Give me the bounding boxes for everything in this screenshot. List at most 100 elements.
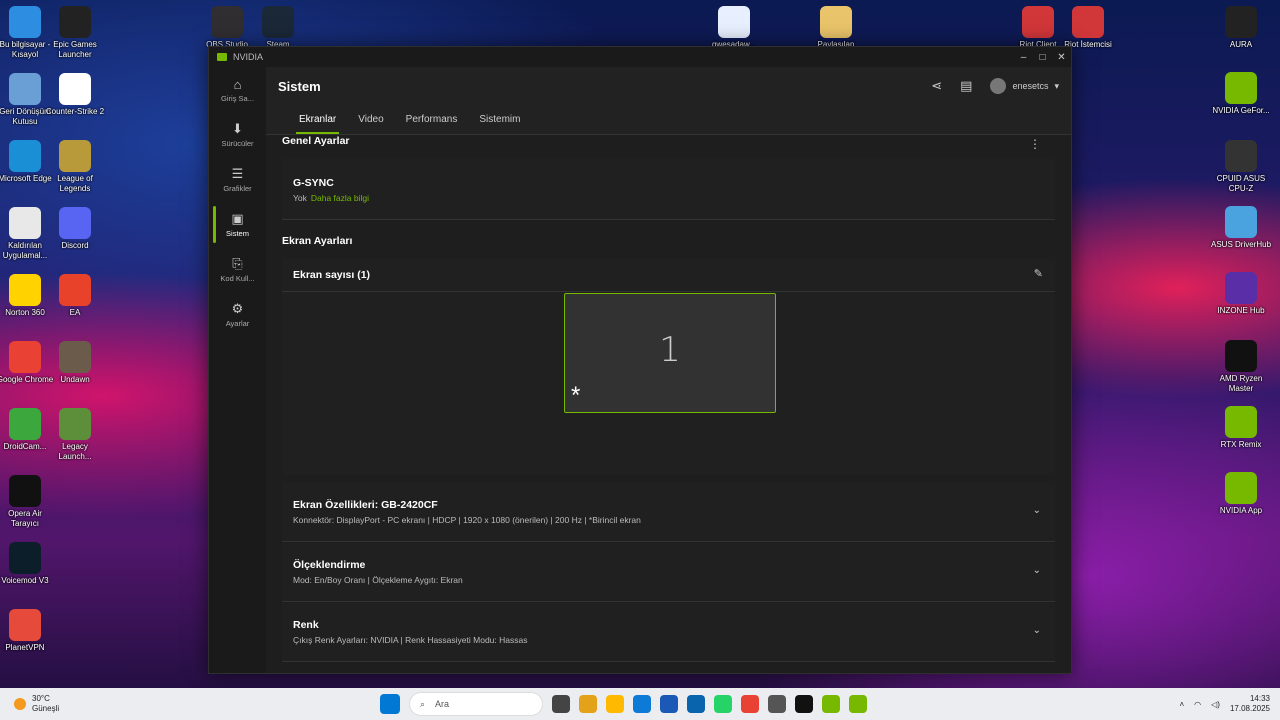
taskbar-app-icon[interactable] bbox=[579, 695, 597, 713]
more-options-icon[interactable]: ⋮ bbox=[1029, 137, 1041, 151]
section-subtitle: Çıkış Renk Ayarları: NVIDIA | Renk Hassa… bbox=[293, 635, 528, 645]
taskbar-app-icon[interactable] bbox=[795, 695, 813, 713]
app-icon bbox=[59, 140, 91, 172]
desktop-icon[interactable]: CPUID ASUS CPU-Z bbox=[1211, 140, 1271, 194]
taskbar-app-icon[interactable] bbox=[552, 695, 570, 713]
share-icon[interactable]: ⋖ bbox=[931, 78, 942, 94]
close-button[interactable]: ✕ bbox=[1052, 52, 1071, 63]
sidebar-item[interactable]: ⌂ Giriş Sa... bbox=[209, 67, 266, 112]
edit-icon[interactable]: ✎ bbox=[1034, 267, 1043, 280]
chevron-down-icon[interactable]: ⌄ bbox=[1033, 505, 1041, 516]
desktop-icon[interactable]: AMD Ryzen Master bbox=[1211, 340, 1271, 394]
desktop-icon[interactable]: AURA bbox=[1211, 6, 1271, 50]
display-tile-1[interactable]: 1 * bbox=[564, 293, 776, 413]
desktop-icon[interactable]: Legacy Launch... bbox=[45, 408, 105, 462]
volume-icon[interactable]: ◁) bbox=[1211, 700, 1220, 709]
sidebar-item-label: Giriş Sa... bbox=[221, 93, 254, 103]
desktop-icon-label: AMD Ryzen Master bbox=[1219, 374, 1263, 393]
content-area: Genel Ayarlar ⋮ G-SYNC Yok Daha fazla bil… bbox=[282, 135, 1055, 673]
app-icon bbox=[9, 341, 41, 373]
desktop-icon[interactable]: EA bbox=[45, 274, 105, 318]
start-icon[interactable] bbox=[380, 694, 400, 714]
sidebar-item[interactable]: ▣ Sistem bbox=[209, 202, 266, 247]
desktop-icon[interactable]: RTX Remix bbox=[1211, 406, 1271, 450]
app-icon bbox=[59, 274, 91, 306]
desktop-icon-label: Voicemod V3 bbox=[1, 576, 49, 585]
collapsible-section[interactable]: Ölçeklendirme Mod: En/Boy Oranı | Ölçekle… bbox=[282, 543, 1055, 601]
desktop-icon[interactable]: INZONE Hub bbox=[1211, 272, 1271, 316]
feedback-icon[interactable]: ▤ bbox=[960, 78, 972, 94]
app-icon bbox=[262, 6, 294, 38]
sidebar-item[interactable]: ⚙ Ayarlar bbox=[209, 292, 266, 337]
system-tray: ˄ ◠ ◁) 14:33 17.08.2025 bbox=[1179, 694, 1270, 714]
desktop-icon[interactable]: Opera Air Tarayıcı bbox=[0, 475, 55, 529]
app-icon bbox=[9, 274, 41, 306]
desktop-icon[interactable]: Discord bbox=[45, 207, 105, 251]
taskbar-app-icon[interactable] bbox=[660, 695, 678, 713]
app-icon bbox=[1022, 6, 1054, 38]
desktop-icon[interactable]: Paylaşılan bbox=[806, 6, 866, 50]
gsync-status: Yok Daha fazla bilgi bbox=[293, 193, 1044, 203]
taskbar-app-icon[interactable] bbox=[768, 695, 786, 713]
sidebar-item-label: Sürücüler bbox=[221, 139, 254, 148]
minimize-button[interactable]: – bbox=[1014, 52, 1033, 63]
sidebar-icon: ⎘ bbox=[232, 256, 243, 271]
desktop-icon-label: AURA bbox=[1229, 40, 1253, 49]
weather-widget[interactable]: 30°C Güneşli bbox=[14, 694, 59, 714]
primary-display-marker: * bbox=[571, 382, 581, 409]
search-icon: ⌕ bbox=[420, 698, 426, 709]
sidebar-icon: ⌂ bbox=[233, 76, 242, 92]
display-count-card: Ekran sayısı (1) ✎ 1 * bbox=[282, 259, 1055, 475]
desktop-icon[interactable]: Counter-Strike 2 bbox=[45, 73, 105, 117]
taskbar-app-icon[interactable] bbox=[822, 695, 840, 713]
chevron-down-icon[interactable]: ⌄ bbox=[1033, 565, 1041, 576]
tab[interactable]: Sistemim bbox=[468, 114, 531, 134]
app-icon bbox=[1072, 6, 1104, 38]
desktop-icon[interactable]: PlanetVPN bbox=[0, 609, 55, 653]
collapsible-section[interactable]: Ekran Özellikleri: GB-2420CF Konnektör: D… bbox=[282, 483, 1055, 541]
tab[interactable]: Ekranlar bbox=[288, 114, 347, 134]
app-icon bbox=[9, 542, 41, 574]
desktop-icon[interactable]: NVIDIA GeFor... bbox=[1211, 72, 1271, 116]
section-subtitle: Mod: En/Boy Oranı | Ölçekleme Aygıtı: Ek… bbox=[293, 575, 463, 585]
avatar bbox=[990, 78, 1007, 94]
taskbar-app-icon[interactable] bbox=[606, 695, 624, 713]
title-bar[interactable]: NVIDIA – □ ✕ bbox=[209, 47, 1071, 67]
desktop-icon[interactable]: Riot İstemcisi bbox=[1058, 6, 1118, 50]
sidebar-item[interactable]: ⬇ Sürücüler bbox=[209, 112, 266, 157]
sidebar-item[interactable]: ☰ Grafikler bbox=[209, 157, 266, 202]
desktop-icon-label: NVIDIA GeFor... bbox=[1212, 106, 1270, 115]
desktop-icon[interactable]: Epic Games Launcher bbox=[45, 6, 105, 60]
taskbar-app-icon[interactable] bbox=[741, 695, 759, 713]
taskbar-app-icon[interactable] bbox=[714, 695, 732, 713]
collapsible-section[interactable]: Renk Çıkış Renk Ayarları: NVIDIA | Renk H… bbox=[282, 603, 1055, 661]
app-icon bbox=[59, 207, 91, 239]
wifi-icon[interactable]: ◠ bbox=[1194, 700, 1201, 709]
desktop-icon-label: CPUID ASUS CPU-Z bbox=[1216, 174, 1266, 193]
app-name: NVIDIA bbox=[233, 52, 264, 62]
weather-temp: 30°C bbox=[32, 694, 50, 703]
desktop-icon[interactable]: NVIDIA App bbox=[1211, 472, 1271, 516]
desktop-icon-label: PlanetVPN bbox=[5, 643, 45, 652]
app-icon bbox=[9, 609, 41, 641]
tab[interactable]: Performans bbox=[395, 114, 469, 134]
desktop-icon[interactable]: Voicemod V3 bbox=[0, 542, 55, 586]
taskbar-app-icon[interactable] bbox=[687, 695, 705, 713]
desktop-icon[interactable]: Steam bbox=[248, 6, 308, 50]
desktop-icon[interactable]: ASUS DriverHub bbox=[1211, 206, 1271, 250]
more-info-link[interactable]: Daha fazla bilgi bbox=[311, 193, 369, 203]
desktop-icon[interactable]: Undawn bbox=[45, 341, 105, 385]
clock[interactable]: 14:33 17.08.2025 bbox=[1230, 694, 1270, 714]
search-box[interactable]: ⌕ Ara bbox=[409, 692, 543, 716]
desktop-icon[interactable]: League of Legends bbox=[45, 140, 105, 194]
desktop-icon-label: NVIDIA App bbox=[1219, 506, 1263, 515]
maximize-button[interactable]: □ bbox=[1033, 52, 1052, 63]
tab[interactable]: Video bbox=[347, 114, 394, 134]
taskbar-app-icon[interactable] bbox=[633, 695, 651, 713]
user-menu[interactable]: enesetcs ▾ bbox=[990, 78, 1059, 94]
desktop-icon[interactable]: gwesadaw... bbox=[704, 6, 764, 50]
sidebar-item[interactable]: ⎘ Kod Kull... bbox=[209, 247, 266, 292]
chevron-down-icon[interactable]: ⌄ bbox=[1033, 625, 1041, 636]
chevron-up-icon[interactable]: ˄ bbox=[1179, 700, 1184, 709]
taskbar-app-icon[interactable] bbox=[849, 695, 867, 713]
